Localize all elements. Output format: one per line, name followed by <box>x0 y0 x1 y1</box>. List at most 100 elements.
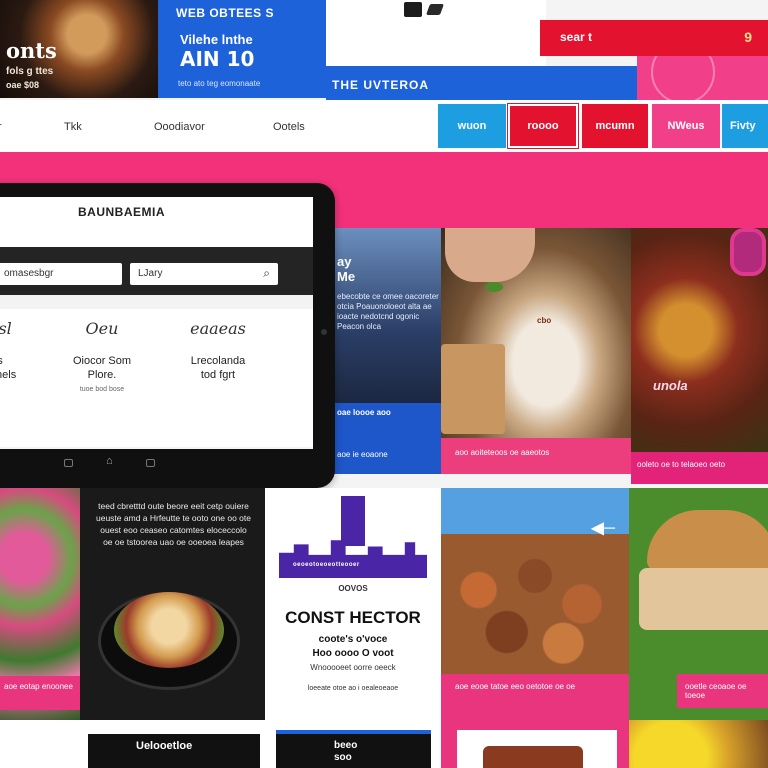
bottom-black-card-1[interactable]: Uelooetloe <box>88 734 260 768</box>
event-poster-tile[interactable]: oeoeotoeoeotteooer OOVOS CONST HECTOR co… <box>265 488 441 720</box>
search-bar[interactable]: sear t 9 <box>540 20 768 56</box>
dish-article-tile[interactable]: teed cbretttd oute beore eeit cetp ouier… <box>80 488 265 720</box>
badge-icon <box>730 228 766 276</box>
poster-title: CONST HECTOR <box>285 608 421 627</box>
bottom-black-card-2[interactable]: beeo soo <box>276 730 431 768</box>
caption-band: ooetle ceoaoe oe toeoe <box>677 674 768 708</box>
logo-mark-icon <box>404 2 422 17</box>
caption-band: aoo aoiteteoos oe aaeotos <box>441 438 631 474</box>
category-note: tuoe bod bose <box>79 386 125 393</box>
category-name: Lrecolanda tod fgrt <box>190 355 246 381</box>
nav-tab-2[interactable]: roooo <box>507 103 579 149</box>
search-label: sear t <box>560 30 593 44</box>
bottom-pink-card[interactable] <box>441 720 629 768</box>
fried-food-image <box>441 534 629 674</box>
dish-image <box>114 592 224 668</box>
nav-link-3[interactable]: Ootels <box>273 121 305 133</box>
article-tile-blue[interactable]: ay Me ebecobte ce omee oacoreter otcia P… <box>334 228 441 474</box>
nav-tab-4[interactable]: NWeus <box>652 104 720 148</box>
blue-hero-panel[interactable]: WEB OBTEES S Vilehe lnthe AIN 10 teto at… <box>158 0 326 98</box>
food-web-collage: onts fols g ttes oae $08 WEB OBTEES S Vi… <box>0 0 768 768</box>
food-thumb-subtitle: fols g ttes <box>6 66 54 77</box>
nav-link-2[interactable]: Ooodiavor <box>154 121 205 133</box>
caption-band: ooleto oe to telaoeo oeto <box>631 452 768 484</box>
food-preview-image <box>457 730 617 768</box>
tower-graphic <box>341 496 365 546</box>
cake-image <box>441 344 505 434</box>
burger-photo-tile[interactable]: ooetle ceoaoe oe toeoe <box>629 488 768 720</box>
flowers-photo-tile[interactable]: aoe eotap enoonee <box>0 488 80 720</box>
caption-band: aoe eooe tatoe eeo oetotoe oe oe <box>441 674 629 720</box>
tablet-screen: BAUNBAEMIA omasesbgr LJary ⌕ bsl s oonel… <box>0 197 313 449</box>
category-item-3[interactable]: eaaeas Lrecolanda tod fgrt <box>168 319 268 382</box>
hero-food-image[interactable]: onts fols g ttes oae $08 <box>0 0 158 98</box>
caption-text: ooetle ceoaoe oe toeoe <box>685 682 747 700</box>
category-icon: eaaeas <box>190 319 246 338</box>
nav-tab-5[interactable]: Fivty <box>722 104 768 148</box>
menu-button[interactable] <box>146 459 155 467</box>
search-input-value: LJary <box>138 268 163 279</box>
search-input[interactable]: LJary ⌕ <box>130 263 278 285</box>
blue-title-strip: THE UVTEROA <box>326 66 637 100</box>
caption-text: aoe eotap enoonee <box>4 682 73 691</box>
article-text: teed cbretttd oute beore eeit cetp ouier… <box>96 501 251 547</box>
poster-kicker: OOVOS <box>338 584 368 593</box>
location-input[interactable]: omasesbgr <box>0 263 122 285</box>
caption-band: aoe eotap enoonee <box>0 676 80 710</box>
spice-photo-tile[interactable]: unola ooleto oe to telaoeo oeto <box>631 228 768 484</box>
nav-tab-3[interactable]: mcumn <box>582 104 648 148</box>
category-icon: bsl <box>0 319 12 338</box>
home-button[interactable]: ⌂ <box>106 455 115 467</box>
nav-link-1[interactable]: Tkk <box>64 121 82 133</box>
fried-food-tile[interactable]: ◀─ aoe eooe tatoe eeo oetotoe oe oe <box>441 488 629 720</box>
tile-footer-2: aoe ie eoaone <box>337 450 388 459</box>
category-item-1[interactable]: bsl s oonels <box>0 319 50 382</box>
caption-text: aoe eooe tatoe eeo oetotoe oe oe <box>455 682 576 691</box>
bottom-strip: Uelooetloe beeo soo <box>0 720 768 768</box>
category-panel: bsl s oonels Oeu Oiocor Som Plore. tuoe … <box>0 309 313 447</box>
main-nav: r Tkk Ooodiavor Ootels wuon roooo mcumn … <box>0 100 768 152</box>
caption-text: aoo aoiteteoos oe aaeotos <box>455 448 550 457</box>
category-name: s oonels <box>0 355 17 381</box>
tile-footer-1: oae loooe aoo <box>337 408 391 417</box>
hero-line-1: Vilehe lnthe <box>180 32 253 47</box>
poster-line-3: Wnooooeet oorre oeeck <box>310 663 396 672</box>
search-icon[interactable]: 9 <box>744 29 752 45</box>
hand-image <box>445 228 535 282</box>
tablet-search-bar: omasesbgr LJary ⌕ <box>0 247 313 295</box>
tile-label: unola <box>653 378 688 393</box>
drink-photo-tile[interactable]: cbo aoo aoiteteoos oe aaeotos <box>441 228 631 474</box>
nav-tab-1[interactable]: wuon <box>438 104 506 148</box>
burger-filling-image <box>639 568 768 630</box>
food-thumb-price: oae $08 <box>6 80 40 90</box>
card-title: Uelooetloe <box>136 740 193 752</box>
tile-body-text: ebecobte ce omee oacoreter otcia Poauono… <box>337 292 439 331</box>
caption-text: ooleto oe to telaoeo oeto <box>637 460 726 469</box>
tile-heading: ay Me <box>337 254 356 284</box>
bun-image <box>647 510 768 570</box>
hero-kicker: WEB OBTEES S <box>176 6 275 20</box>
back-button[interactable] <box>64 459 73 467</box>
top-white-panel <box>326 0 546 66</box>
tablet-title-bar: BAUNBAEMIA <box>0 197 313 247</box>
card-title: beeo soo <box>334 740 358 763</box>
food-thumb-title: onts <box>6 38 57 63</box>
category-item-2[interactable]: Oeu Oiocor Som Plore. tuoe bod bose <box>52 319 152 393</box>
category-icon: Oeu <box>85 319 119 338</box>
camera-icon <box>321 329 327 335</box>
strip-title: THE UVTEROA <box>332 78 430 92</box>
bottom-yellow-card[interactable] <box>629 720 768 768</box>
tablet-device: BAUNBAEMIA omasesbgr LJary ⌕ bsl s oonel… <box>0 183 335 488</box>
poster-line-4: loeeate otoe ao i oealeoeaoe <box>307 685 399 692</box>
arrow-left-icon[interactable]: ◀─ <box>591 518 615 538</box>
glass-tag: cbo <box>537 316 552 325</box>
search-icon[interactable]: ⌕ <box>263 266 270 281</box>
skyline-text: oeoeotoeoeotteooer <box>293 562 360 568</box>
logo-mark-icon-2 <box>425 4 445 15</box>
pink-decor-panel <box>637 56 768 100</box>
hero-small-text: teto ato teg eomonaate <box>178 79 261 88</box>
nav-link-edge[interactable]: r <box>0 121 2 133</box>
mint-leaf-image <box>485 282 503 292</box>
poster-line-2: Hoo oooo O voot <box>312 648 394 659</box>
poster-line-1: coote's o'voce <box>318 634 388 645</box>
